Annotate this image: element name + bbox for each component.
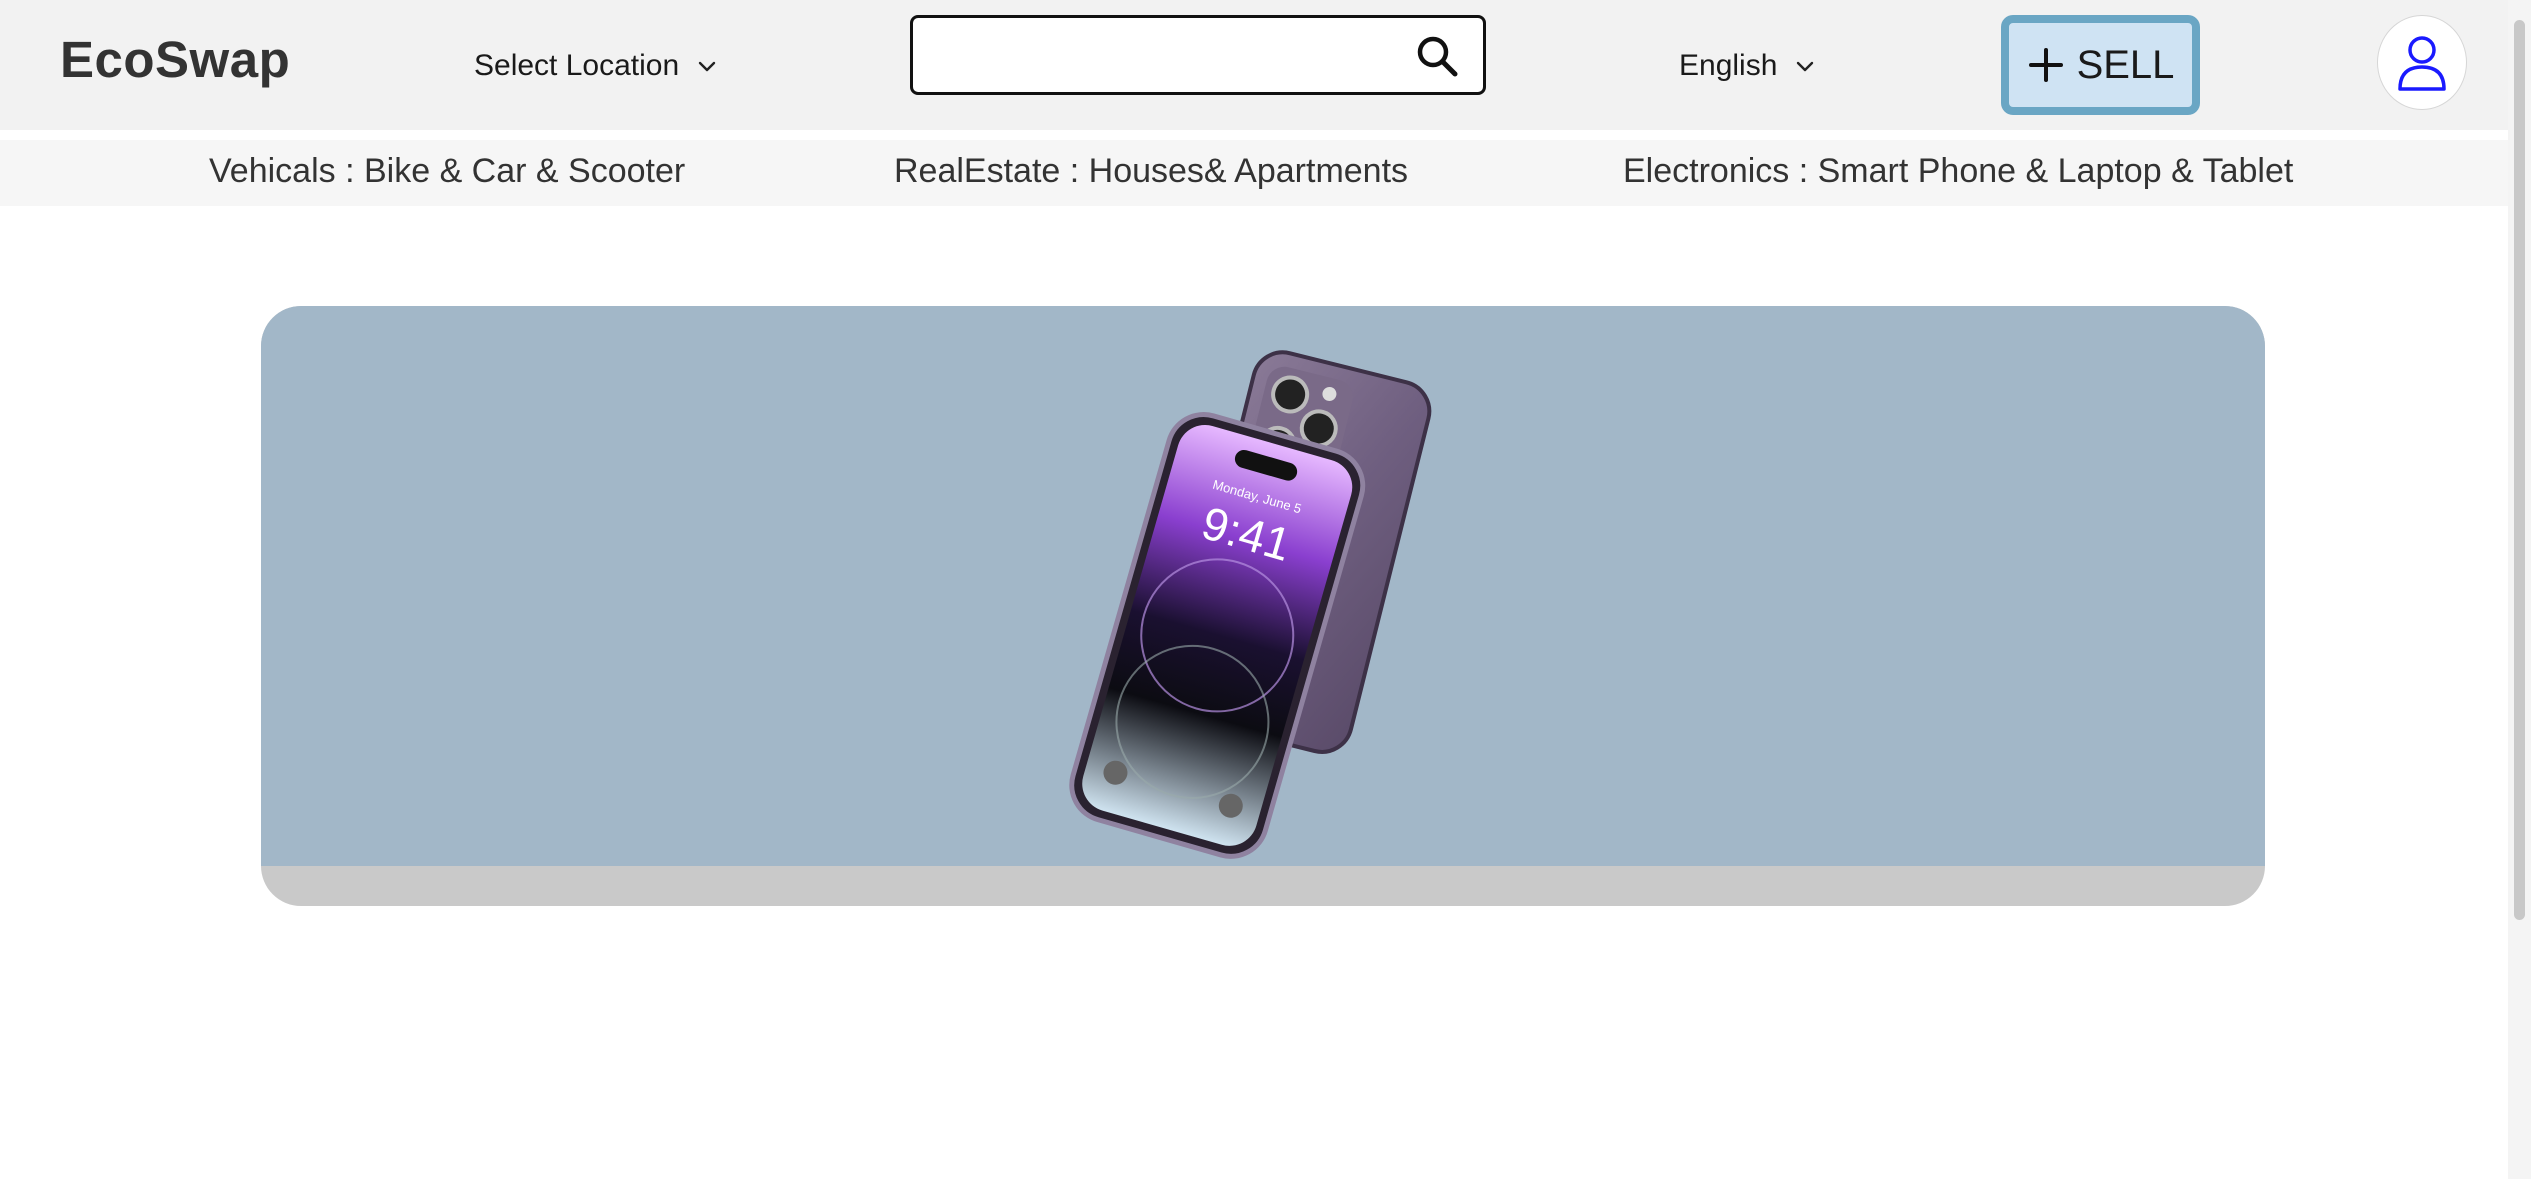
category-vehicles[interactable]: Vehicals : Bike & Car & Scooter: [209, 152, 685, 191]
page-scrollbar[interactable]: [2508, 0, 2531, 1179]
search-bar: [910, 15, 1486, 95]
plus-icon: [2028, 48, 2063, 82]
top-header: EcoSwap Select Location English SELL: [0, 0, 2508, 130]
sell-label: SELL: [2076, 42, 2175, 87]
language-label: English: [1679, 49, 1778, 82]
site-logo[interactable]: EcoSwap: [60, 30, 290, 89]
location-label: Select Location: [474, 49, 680, 82]
phone-illustration: Monday, June 5 9:41: [1069, 350, 1432, 859]
category-bar: Vehicals : Bike & Car & Scooter RealEsta…: [0, 140, 2508, 206]
category-electronics[interactable]: Electronics : Smart Phone & Laptop & Tab…: [1623, 152, 2293, 191]
search-input[interactable]: [927, 32, 1397, 78]
chevron-down-icon: [1797, 61, 1814, 72]
search-icon[interactable]: [1415, 34, 1459, 78]
user-icon: [2398, 35, 2446, 91]
profile-avatar-button[interactable]: [2377, 15, 2467, 110]
hero-banner[interactable]: Monday, June 5 9:41: [261, 306, 2265, 906]
hero-image: Monday, June 5 9:41: [261, 306, 2265, 866]
language-selector[interactable]: English: [1679, 44, 1817, 88]
sell-button[interactable]: SELL: [2001, 15, 2200, 115]
category-realestate[interactable]: RealEstate : Houses& Apartments: [894, 152, 1408, 191]
location-selector[interactable]: Select Location: [474, 44, 719, 88]
chevron-down-icon: [698, 61, 716, 72]
scrollbar-thumb[interactable]: [2514, 20, 2525, 920]
